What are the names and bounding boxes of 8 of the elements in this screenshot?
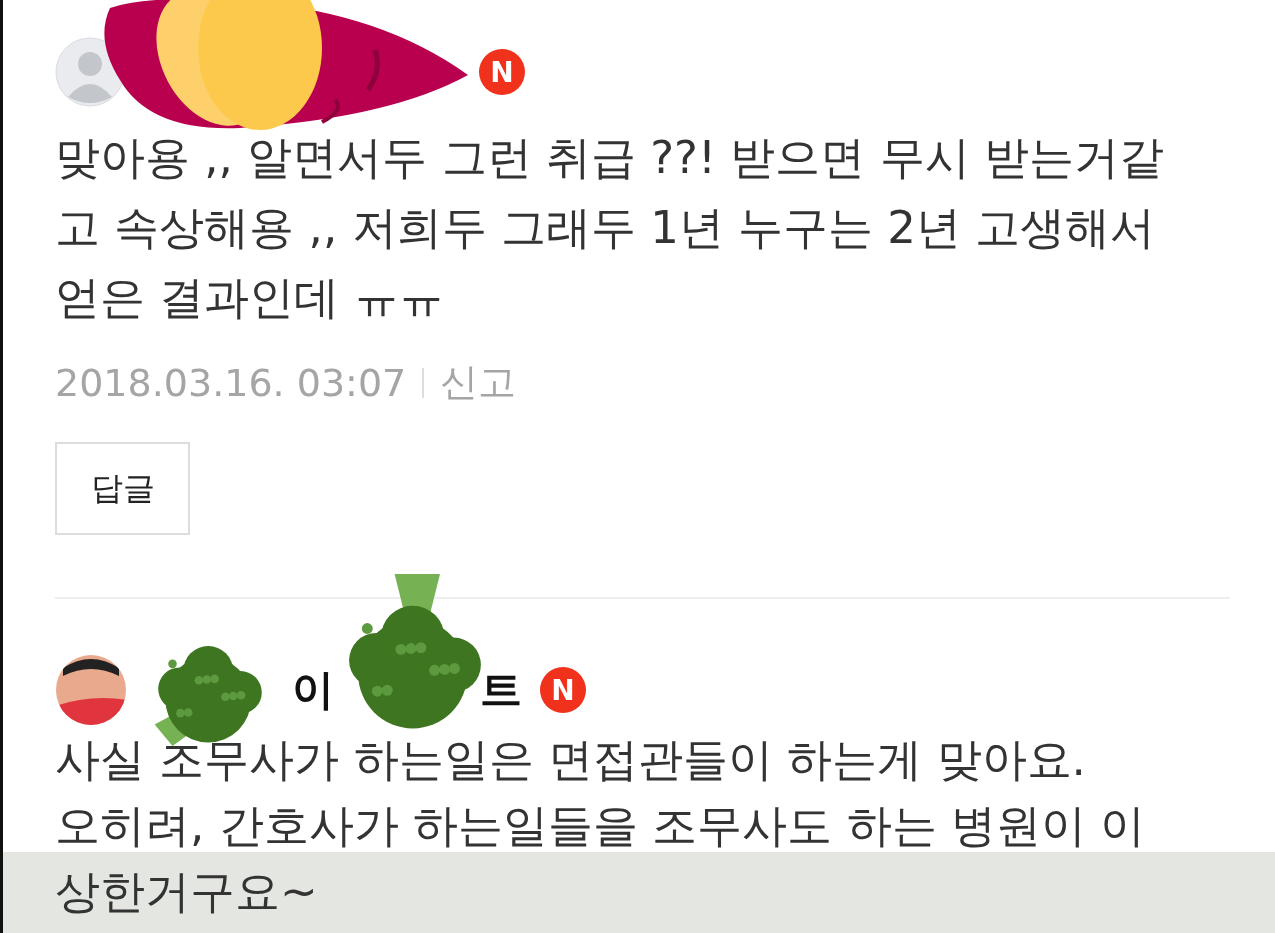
comment-date: 2018.03.16. 03:07: [55, 360, 407, 405]
new-badge: N: [540, 667, 586, 713]
username-text: 이: [292, 664, 334, 716]
comment-text: 맞아용 ,, 알면서두 그런 취급 ??! 받으면 무시 받는거같 고 속상해용 ,, 저희두 그래두 1년 누구는 2년 고생해서 얻은 결과인데 ㅠㅠ: [55, 130, 1165, 326]
reply-button[interactable]: 답글: [55, 442, 190, 535]
username-text: 트: [480, 664, 522, 716]
comment-text: 사실 조무사가 하는일은 면접관들이 하는게 맞아요. 오히려, 간호사가 하는일들을 조무사도 하는 병원이 이 상한거구요~: [55, 732, 1147, 920]
new-badge: N: [479, 49, 525, 95]
